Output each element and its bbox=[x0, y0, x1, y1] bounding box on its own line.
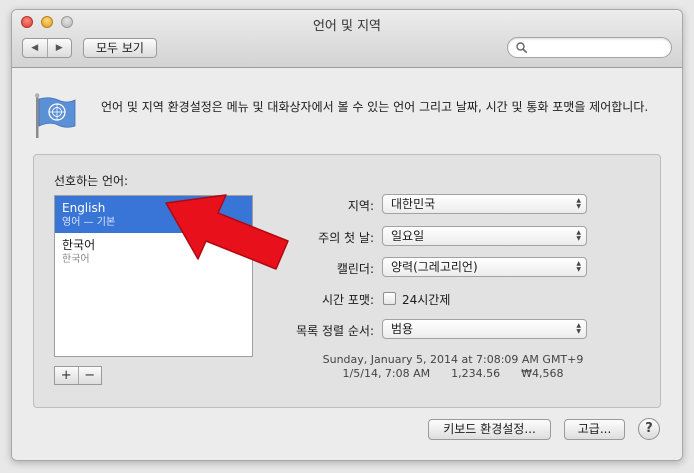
chevron-left-icon: ◀ bbox=[31, 43, 39, 53]
time-format-label: 시간 포맷: bbox=[321, 293, 374, 307]
format-sample-datetime: Sunday, January 5, 2014 at 7:08:09 AM GM… bbox=[322, 353, 584, 366]
help-button[interactable]: ? bbox=[638, 418, 660, 440]
list-sort-label: 목록 정렬 순서: bbox=[296, 324, 374, 338]
up-down-arrows-icon: ▲ ▼ bbox=[576, 260, 581, 273]
calendar-value: 양력(그레고리언) bbox=[391, 260, 478, 274]
24-hour-checkbox-label[interactable]: 24시간제 bbox=[402, 291, 450, 308]
region-popup[interactable]: 대한민국 ▲ ▼ bbox=[382, 194, 587, 214]
add-language-button[interactable]: + bbox=[55, 367, 78, 384]
red-arrow-icon bbox=[165, 194, 289, 270]
advanced-button[interactable]: 고급... bbox=[564, 419, 625, 440]
search-input[interactable] bbox=[530, 40, 666, 55]
list-sort-value: 범용 bbox=[391, 322, 414, 336]
list-sort-popup[interactable]: 범용 ▲ ▼ bbox=[382, 319, 587, 339]
up-down-arrows-icon: ▲ ▼ bbox=[576, 322, 581, 335]
window-title: 언어 및 지역 bbox=[312, 19, 382, 34]
search-field[interactable] bbox=[507, 37, 672, 58]
add-remove-buttons: + − bbox=[54, 366, 102, 385]
titlebar: 언어 및 지역 ◀ ▶ 모두 보기 bbox=[12, 10, 682, 68]
first-day-value: 일요일 bbox=[391, 229, 425, 243]
format-sample-numbers: 1/5/14, 7:08 AM 1,234.56 ₩4,568 bbox=[342, 367, 564, 380]
keyboard-preferences-button[interactable]: 키보드 환경설정... bbox=[428, 419, 551, 440]
search-icon bbox=[516, 42, 527, 53]
back-button[interactable]: ◀ bbox=[23, 39, 47, 57]
24-hour-checkbox[interactable] bbox=[383, 292, 396, 305]
description-text: 언어 및 지역 환경설정은 메뉴 및 대화상자에서 볼 수 있는 언어 그리고 … bbox=[101, 100, 649, 114]
up-down-arrows-icon: ▲ ▼ bbox=[576, 197, 581, 210]
first-day-popup[interactable]: 일요일 ▲ ▼ bbox=[382, 226, 587, 246]
show-all-button[interactable]: 모두 보기 bbox=[83, 38, 157, 58]
preferences-window: 언어 및 지역 ◀ ▶ 모두 보기 언어 및 지역 환경설정은 메뉴 및 대화상… bbox=[11, 9, 683, 461]
region-value: 대한민국 bbox=[391, 197, 436, 211]
calendar-popup[interactable]: 양력(그레고리언) ▲ ▼ bbox=[382, 257, 587, 277]
preferred-languages-label: 선호하는 언어: bbox=[54, 174, 129, 188]
settings-panel: 선호하는 언어: English 영어 — 기본 한국어 한국어 + − 지역:… bbox=[33, 154, 661, 408]
un-flag-icon bbox=[35, 93, 76, 138]
content-area: 언어 및 지역 환경설정은 메뉴 및 대화상자에서 볼 수 있는 언어 그리고 … bbox=[12, 68, 682, 460]
nav-buttons: ◀ ▶ bbox=[22, 38, 72, 58]
chevron-right-icon: ▶ bbox=[55, 43, 63, 53]
forward-button[interactable]: ▶ bbox=[46, 39, 72, 57]
up-down-arrows-icon: ▲ ▼ bbox=[576, 229, 581, 242]
remove-language-button[interactable]: − bbox=[77, 367, 102, 384]
